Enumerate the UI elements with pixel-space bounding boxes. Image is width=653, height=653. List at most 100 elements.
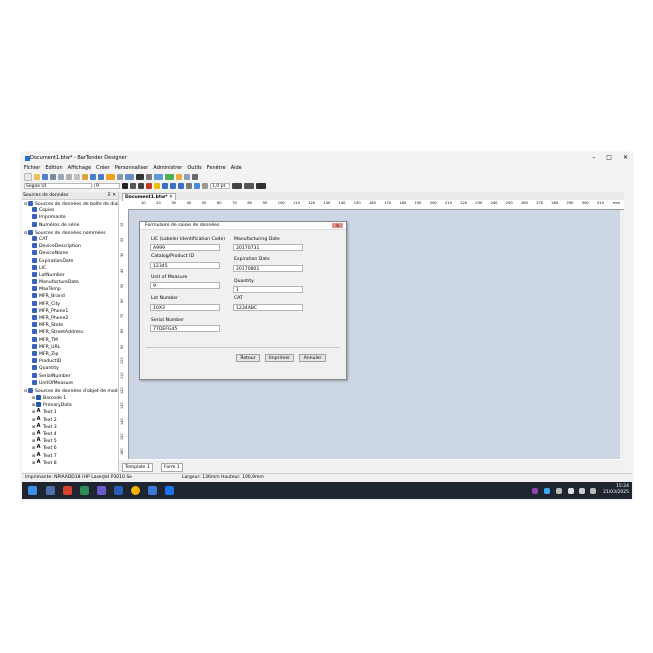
start-icon[interactable] xyxy=(28,486,37,495)
cancel-button[interactable]: Annuler xyxy=(299,354,326,362)
tree-item[interactable]: ExpirationDate xyxy=(22,257,118,265)
tree-item[interactable]: DeviceDescription xyxy=(22,243,118,250)
tree-item[interactable]: ⊞A Text 8 xyxy=(22,459,118,466)
pin-icon[interactable]: ⊼ ✕ xyxy=(108,192,117,199)
tree-item[interactable]: CAT xyxy=(22,235,118,243)
tree-item[interactable]: ⊞A Text 2 xyxy=(22,416,118,423)
exp-date-input[interactable]: 20170801 xyxy=(233,265,303,272)
tree-item[interactable]: ⊟ Sources de données de boîte de dial xyxy=(22,200,118,207)
line-end-icon[interactable] xyxy=(256,183,266,189)
text-tool-icon[interactable] xyxy=(136,174,144,180)
cat-input[interactable]: 1234ABC xyxy=(233,304,303,311)
lot-input[interactable]: 10X3 xyxy=(150,304,220,311)
tree-item[interactable]: ⊞A Text 5 xyxy=(22,437,118,445)
new-icon[interactable] xyxy=(24,173,32,181)
outlook-icon[interactable] xyxy=(114,486,123,495)
tree-item[interactable]: ⊞A Text 7 xyxy=(22,452,118,459)
bold-icon[interactable] xyxy=(122,183,128,189)
highlight-icon[interactable] xyxy=(154,183,160,189)
menu-item[interactable]: Fichier xyxy=(24,164,40,172)
tree-item[interactable]: LIC xyxy=(22,264,118,272)
barcode-tool-icon[interactable] xyxy=(125,174,134,180)
tray-icon[interactable] xyxy=(532,488,538,494)
tree-item[interactable]: ⊞ PrimaryData xyxy=(22,401,118,408)
menu-item[interactable]: Personnaliser xyxy=(115,164,149,172)
tree-item[interactable]: ⊞ Barcode 1 xyxy=(22,394,118,401)
undo-icon[interactable] xyxy=(90,174,96,180)
tree-item[interactable]: UnitOfMeasure xyxy=(22,379,118,387)
shape-tool-icon[interactable] xyxy=(154,174,163,180)
open-icon[interactable] xyxy=(34,174,40,180)
line-dash-icon[interactable] xyxy=(244,183,254,189)
tree-item[interactable]: Numéros de série xyxy=(22,221,118,229)
select-tool-icon[interactable] xyxy=(106,174,115,180)
align-center-icon[interactable] xyxy=(170,183,176,189)
tree-item[interactable]: ⊞A Text 6 xyxy=(22,444,118,452)
tree-item[interactable]: LotNumber xyxy=(22,271,118,279)
tree-item[interactable]: SerialNumber xyxy=(22,372,118,380)
print-icon[interactable] xyxy=(50,174,56,180)
align-left-icon[interactable] xyxy=(162,183,168,189)
bartender-taskbar-icon[interactable] xyxy=(148,486,157,495)
tree-item[interactable]: MFR_StreetAddress xyxy=(22,329,118,336)
maximize-button[interactable]: □ xyxy=(606,154,612,161)
taskbar-app-icon[interactable] xyxy=(63,486,72,495)
align-tool-icon[interactable] xyxy=(192,174,198,180)
menu-item[interactable]: Affichage xyxy=(68,164,92,172)
tree-item[interactable]: Copies xyxy=(22,207,118,214)
unit-input[interactable]: 9 xyxy=(150,282,220,289)
quantity-input[interactable]: 1 xyxy=(233,286,303,293)
tree-item[interactable]: MFR_City xyxy=(22,300,118,308)
tree-item[interactable]: MFR_Phone2 xyxy=(22,315,118,322)
copy-icon[interactable] xyxy=(74,174,80,180)
network-icon[interactable] xyxy=(556,488,562,494)
chrome-icon[interactable] xyxy=(131,486,140,495)
tree-item[interactable]: MFR_Zip xyxy=(22,350,118,358)
grid-tool-icon[interactable] xyxy=(184,174,190,180)
line-tool-icon[interactable] xyxy=(146,174,152,180)
menu-item[interactable]: Administrer xyxy=(153,164,182,172)
tree-item[interactable]: ManufactureDate xyxy=(22,279,118,286)
underline-icon[interactable] xyxy=(138,183,144,189)
print-button[interactable]: Imprimer xyxy=(265,354,294,362)
tree-item[interactable]: MFR_State xyxy=(22,322,118,329)
tree-item[interactable]: Quantity xyxy=(22,365,118,372)
clock[interactable]: 15:24 21/03/2025 xyxy=(603,484,629,496)
menu-item[interactable]: Fenêtre xyxy=(207,164,226,172)
justify-icon[interactable] xyxy=(186,183,192,189)
excel-icon[interactable] xyxy=(80,486,89,495)
mfg-date-input[interactable]: 20170731 xyxy=(233,244,303,251)
line-width-dropdown[interactable]: 1,0 pt xyxy=(210,183,230,189)
cut-icon[interactable] xyxy=(66,174,72,180)
wifi-icon[interactable] xyxy=(568,488,574,494)
tree-item[interactable]: ⊞A Text 4 xyxy=(22,430,118,438)
battery-icon[interactable] xyxy=(590,488,596,494)
tree-item[interactable]: MFR_Phone1 xyxy=(22,307,118,315)
database-tool-icon[interactable] xyxy=(176,174,182,180)
catalog-input[interactable]: 12345 xyxy=(150,262,220,269)
close-button[interactable]: ✕ xyxy=(623,154,628,161)
tree-item[interactable]: DeviceName xyxy=(22,250,118,257)
redo-icon[interactable] xyxy=(98,174,104,180)
taskbar-file-icon[interactable] xyxy=(165,486,174,495)
font-size-dropdown[interactable]: 9 xyxy=(94,183,120,189)
tree-item[interactable]: MFR_URL xyxy=(22,343,118,351)
align-right-icon[interactable] xyxy=(178,183,184,189)
dialog-close-button[interactable]: ✕ xyxy=(332,223,343,228)
tree-item[interactable]: ⊟ Sources de données nommées xyxy=(22,229,118,236)
font-family-dropdown[interactable]: Segoe UI xyxy=(24,183,92,189)
menu-item[interactable]: Créer xyxy=(96,164,110,172)
tab-form-1[interactable]: Form 1 xyxy=(161,463,183,472)
italic-icon[interactable] xyxy=(130,183,136,189)
minimize-button[interactable]: – xyxy=(592,154,595,161)
print-preview-icon[interactable] xyxy=(58,174,64,180)
volume-icon[interactable] xyxy=(579,488,585,494)
fill-color-icon[interactable] xyxy=(194,183,200,189)
onedrive-icon[interactable] xyxy=(544,488,550,494)
tree-item[interactable]: MaxTemp xyxy=(22,286,118,293)
menu-item[interactable]: Outils xyxy=(187,164,201,172)
serial-input[interactable]: 77DEFG45 xyxy=(150,325,220,332)
teams-icon[interactable] xyxy=(97,486,106,495)
tab-template-1[interactable]: Template 1 xyxy=(122,463,153,472)
line-style-icon[interactable] xyxy=(232,183,242,189)
